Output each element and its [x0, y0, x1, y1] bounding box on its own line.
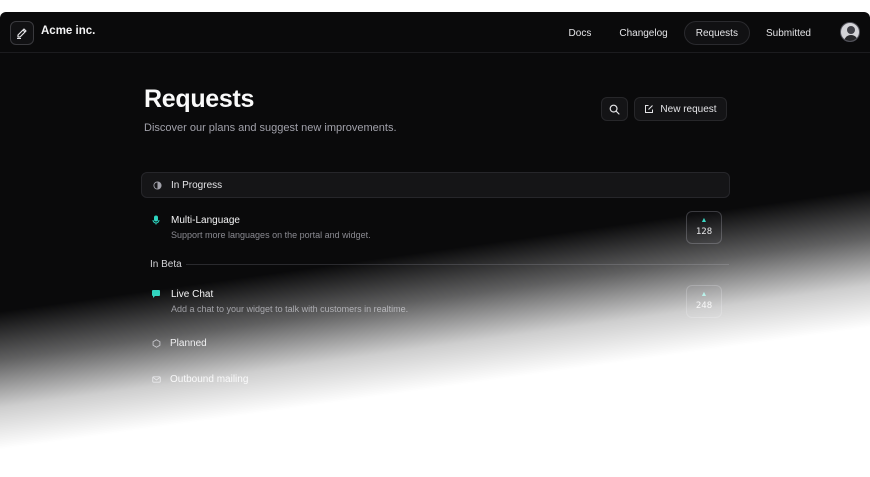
section-planned-label: Planned [170, 338, 207, 349]
nav-submitted[interactable]: Submitted [754, 21, 823, 45]
nav-changelog[interactable]: Changelog [607, 21, 679, 45]
search-button[interactable] [601, 97, 628, 121]
upvote-arrow-icon: ▲ [700, 217, 708, 224]
page-subtitle: Discover our plans and suggest new impro… [144, 122, 397, 134]
vote-count: 128 [695, 227, 713, 237]
app-window: Acme inc. Docs Changelog Requests Submit… [0, 12, 870, 477]
new-request-label: New request [660, 103, 717, 115]
new-request-button[interactable]: New request [634, 97, 727, 121]
chat-bubble-icon [152, 290, 160, 298]
nav-requests[interactable]: Requests [683, 21, 750, 45]
brand-name[interactable]: Acme inc. [41, 25, 95, 37]
search-icon [609, 104, 620, 115]
half-circle-icon [153, 180, 162, 190]
vote-count: 248 [695, 301, 713, 311]
request-title-live-chat[interactable]: Live Chat [171, 289, 213, 300]
section-planned[interactable]: Planned [152, 338, 207, 349]
section-outbound-mailing[interactable]: Outbound mailing [152, 374, 248, 385]
avatar-body [844, 35, 858, 41]
user-avatar[interactable] [840, 22, 860, 42]
hexagon-icon [152, 339, 161, 348]
pencil-icon [17, 28, 27, 39]
microphone-icon [152, 215, 160, 225]
request-description-multi-language: Support more languages on the portal and… [171, 230, 371, 240]
avatar-head [847, 26, 855, 34]
upvote-button-live-chat[interactable]: ▲ 248 [686, 285, 722, 318]
page-title: Requests [144, 85, 255, 113]
group-divider [186, 264, 729, 265]
nav-docs[interactable]: Docs [557, 21, 604, 45]
mail-icon [152, 376, 161, 383]
request-description-live-chat: Add a chat to your widget to talk with c… [171, 304, 409, 314]
upvote-arrow-icon: ▲ [700, 291, 708, 298]
upvote-button-multi-language[interactable]: ▲ 128 [686, 211, 722, 244]
top-nav-bar: Acme inc. Docs Changelog Requests Submit… [0, 12, 870, 53]
section-outbound-label: Outbound mailing [170, 374, 249, 385]
section-in-progress[interactable]: In Progress [141, 172, 730, 198]
edit-icon [645, 105, 654, 113]
section-in-progress-label: In Progress [171, 179, 223, 191]
logo[interactable] [10, 21, 34, 45]
group-label-in-beta: In Beta [150, 259, 182, 270]
main-nav: Docs Changelog Requests Submitted [557, 21, 823, 45]
request-title-multi-language[interactable]: Multi-Language [171, 215, 240, 226]
